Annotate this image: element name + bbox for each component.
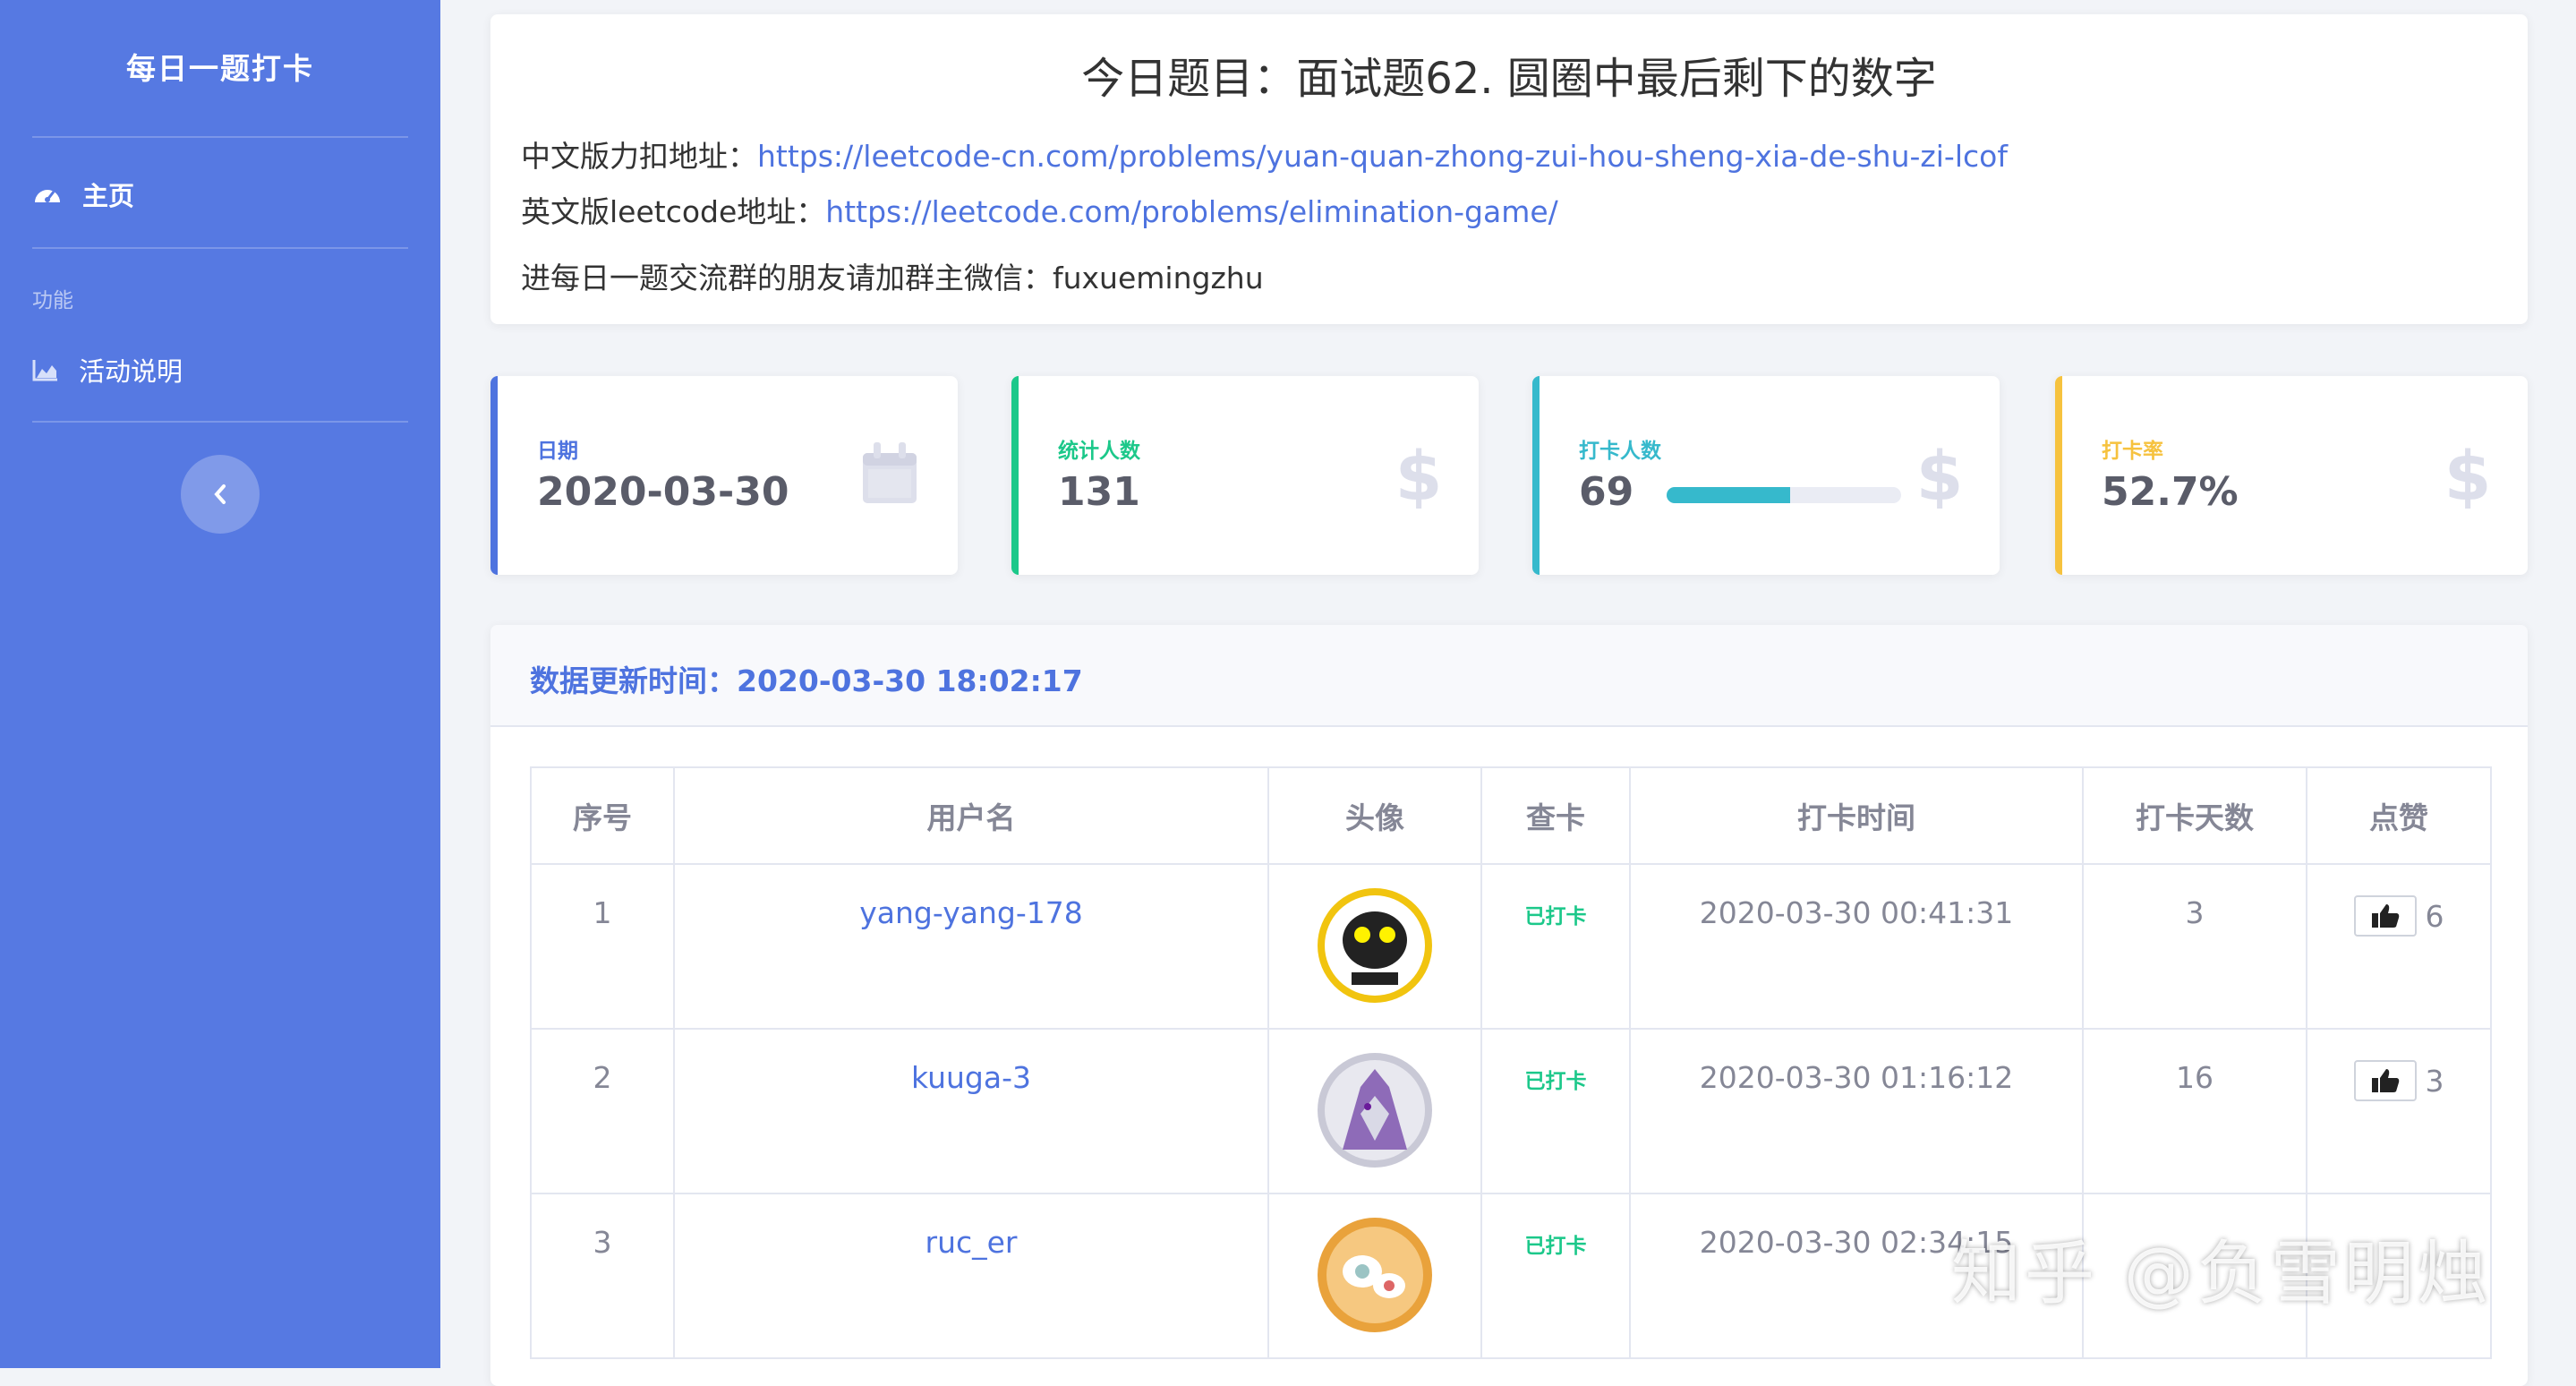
stat-card-accent — [490, 376, 498, 575]
svg-text:$: $ — [2447, 441, 2488, 509]
column-header[interactable]: 点赞 — [2306, 766, 2492, 865]
dollar-icon: $ — [1919, 441, 1960, 509]
column-header[interactable]: 用户名 — [673, 766, 1269, 865]
table-row: 2 kuuga-3 已打卡 2020-03-30 01:16:12 16 3 — [530, 1028, 2492, 1194]
sidebar-item-activity[interactable]: 活动说明 — [32, 351, 183, 389]
stat-card-rate: 打卡率 52.7% $ — [2055, 376, 2528, 575]
table-card-header: 数据更新时间：2020-03-30 18:02:17 — [490, 625, 2528, 727]
thumbs-up-icon — [2371, 904, 2399, 928]
column-header[interactable]: 序号 — [530, 766, 675, 865]
column-header[interactable]: 头像 — [1267, 766, 1482, 865]
stat-value: 69 — [1579, 469, 1634, 515]
status-badge[interactable]: 已打卡 — [1525, 899, 1587, 929]
like-cell: 3 — [2306, 1028, 2492, 1194]
problem-card: 今日题目：面试题62. 圆圈中最后剩下的数字 中文版力扣地址：https://l… — [490, 14, 2528, 324]
column-header[interactable]: 打卡时间 — [1629, 766, 2084, 865]
stat-card-date: 日期 2020-03-30 — [490, 376, 958, 575]
username-link[interactable]: yang-yang-178 — [673, 863, 1269, 1030]
thumbs-up-icon — [2371, 1069, 2399, 1092]
stat-value: 2020-03-30 — [537, 469, 789, 515]
stat-card-accent — [1011, 376, 1019, 575]
stat-label: 日期 — [537, 440, 578, 463]
area-chart-icon — [32, 360, 57, 381]
dashboard-icon — [35, 190, 60, 202]
row-index: 1 — [530, 863, 675, 1030]
sidebar-collapse-button[interactable] — [181, 455, 260, 534]
cn-link-line: 中文版力扣地址：https://leetcode-cn.com/problems… — [521, 133, 2008, 175]
stat-card-accent — [2055, 376, 2062, 575]
stat-value: 52.7% — [2102, 469, 2239, 515]
like-count: 3 — [2425, 1063, 2444, 1099]
stat-value: 131 — [1058, 469, 1140, 515]
en-link-line: 英文版leetcode地址：https://leetcode.com/probl… — [521, 188, 1558, 231]
table-header-row: 序号 用户名 头像 查卡 打卡时间 打卡天数 点赞 — [530, 766, 2492, 865]
sidebar-item-label: 活动说明 — [79, 356, 183, 387]
username-link[interactable]: ruc_er — [673, 1193, 1269, 1359]
checkin-time: 2020-03-30 01:16:12 — [1629, 1028, 2084, 1194]
checkin-time: 2020-03-30 00:41:31 — [1629, 863, 2084, 1030]
checkin-days: 16 — [2082, 1028, 2307, 1194]
username-link[interactable]: kuuga-3 — [673, 1028, 1269, 1194]
status-cell: 已打卡 — [1480, 1028, 1631, 1194]
checkin-days: 3 — [2082, 863, 2307, 1030]
row-index: 2 — [530, 1028, 675, 1194]
progress-fill — [1667, 487, 1791, 503]
avatar[interactable] — [1316, 1051, 1434, 1169]
sidebar: 每日一题打卡 主页 功能 活动说明 — [0, 0, 440, 1368]
like-button[interactable] — [2353, 895, 2417, 937]
status-cell: 已打卡 — [1480, 1193, 1631, 1359]
sidebar-divider — [32, 247, 408, 249]
stat-card-accent — [1532, 376, 1540, 575]
stat-card-total: 统计人数 131 $ — [1011, 376, 1479, 575]
watermark: 知乎 @负雪明烛 — [1951, 1234, 2491, 1314]
stat-label: 打卡率 — [2102, 440, 2163, 463]
avatar-cell — [1267, 863, 1482, 1030]
sidebar-item-home[interactable]: 主页 — [32, 175, 134, 213]
avatar[interactable] — [1316, 886, 1434, 1005]
en-link-label: 英文版leetcode地址： — [521, 194, 826, 229]
stat-label: 统计人数 — [1058, 440, 1140, 463]
row-index: 3 — [530, 1193, 675, 1359]
avatar[interactable] — [1316, 1216, 1434, 1334]
svg-text:$: $ — [1919, 441, 1960, 509]
sidebar-brand[interactable]: 每日一题打卡 — [0, 45, 440, 88]
chevron-left-icon — [214, 484, 226, 504]
column-header[interactable]: 查卡 — [1480, 766, 1631, 865]
wechat-line: 进每日一题交流群的朋友请加群主微信：fuxuemingzhu — [521, 261, 1264, 295]
stat-label: 打卡人数 — [1579, 440, 1661, 463]
dollar-icon: $ — [2447, 441, 2488, 509]
checkin-progress-bar — [1667, 487, 1901, 503]
avatar-cell — [1267, 1193, 1482, 1359]
sidebar-item-label: 主页 — [82, 181, 135, 211]
stat-card-checked: 打卡人数 69 $ — [1532, 376, 2000, 575]
sidebar-divider — [32, 421, 408, 423]
calendar-icon — [863, 442, 917, 503]
cn-problem-link[interactable]: https://leetcode-cn.com/problems/yuan-qu… — [757, 139, 2008, 174]
status-cell: 已打卡 — [1480, 863, 1631, 1030]
like-button[interactable] — [2353, 1060, 2417, 1101]
avatar-cell — [1267, 1028, 1482, 1194]
sidebar-divider — [32, 136, 408, 138]
update-time: 数据更新时间：2020-03-30 18:02:17 — [530, 663, 1083, 698]
cn-link-label: 中文版力扣地址： — [521, 139, 757, 174]
like-cell: 6 — [2306, 863, 2492, 1030]
status-badge[interactable]: 已打卡 — [1525, 1228, 1587, 1259]
sidebar-section-heading: 功能 — [32, 289, 73, 312]
column-header[interactable]: 打卡天数 — [2082, 766, 2307, 865]
en-problem-link[interactable]: https://leetcode.com/problems/eliminatio… — [825, 194, 1557, 229]
svg-text:$: $ — [1398, 441, 1439, 509]
problem-title: 今日题目：面试题62. 圆圈中最后剩下的数字 — [1081, 54, 1937, 104]
like-count: 6 — [2425, 898, 2444, 934]
status-badge[interactable]: 已打卡 — [1525, 1064, 1587, 1094]
dollar-icon: $ — [1398, 441, 1439, 509]
table-row: 1 yang-yang-178 已打卡 2020-03-30 00:41:31 … — [530, 863, 2492, 1030]
